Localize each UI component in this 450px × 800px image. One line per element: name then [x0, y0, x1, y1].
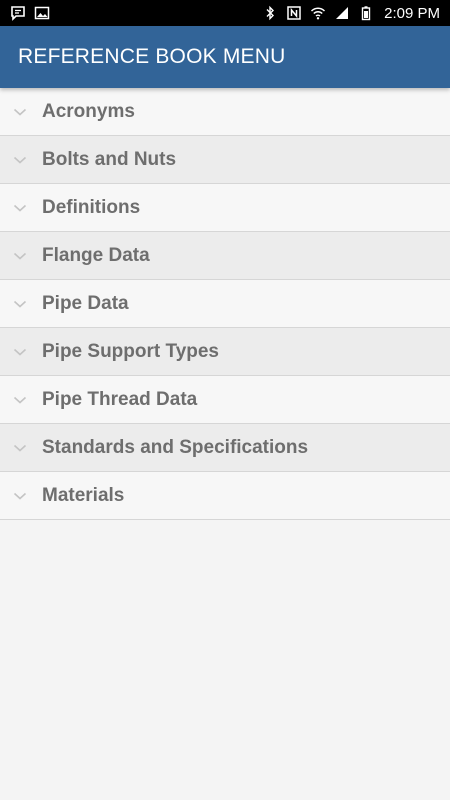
chevron-down-icon [0, 395, 42, 405]
message-icon [10, 5, 26, 21]
menu-item-materials[interactable]: Materials [0, 472, 450, 520]
menu-item-label: Pipe Thread Data [42, 388, 198, 410]
page-title: REFERENCE BOOK MENU [18, 45, 286, 68]
menu-item-label: Pipe Support Types [42, 340, 220, 362]
menu-item-label: Acronyms [42, 100, 135, 122]
menu-item-label: Materials [42, 484, 125, 506]
status-left [10, 5, 50, 21]
app-bar: REFERENCE BOOK MENU [0, 26, 450, 88]
image-icon [34, 5, 50, 21]
chevron-down-icon [0, 251, 42, 261]
wifi-icon [310, 5, 326, 21]
menu-item-label: Pipe Data [42, 292, 129, 314]
chevron-down-icon [0, 107, 42, 117]
menu-item-pipe-data[interactable]: Pipe Data [0, 280, 450, 328]
menu-item-label: Definitions [42, 196, 141, 218]
menu-item-definitions[interactable]: Definitions [0, 184, 450, 232]
status-bar: 2:09 PM [0, 0, 450, 26]
menu-item-standards-and-specifications[interactable]: Standards and Specifications [0, 424, 450, 472]
status-time: 2:09 PM [384, 4, 440, 22]
menu-item-acronyms[interactable]: Acronyms [0, 88, 450, 136]
battery-icon [358, 5, 374, 21]
chevron-down-icon [0, 203, 42, 213]
reference-menu-list: Acronyms Bolts and Nuts Definitions Flan… [0, 88, 450, 520]
menu-item-label: Standards and Specifications [42, 436, 309, 458]
menu-item-pipe-support-types[interactable]: Pipe Support Types [0, 328, 450, 376]
chevron-down-icon [0, 347, 42, 357]
nfc-icon [286, 5, 302, 21]
chevron-down-icon [0, 443, 42, 453]
menu-item-label: Flange Data [42, 244, 150, 266]
chevron-down-icon [0, 491, 42, 501]
menu-item-pipe-thread-data[interactable]: Pipe Thread Data [0, 376, 450, 424]
bluetooth-icon [262, 5, 278, 21]
status-right: 2:09 PM [262, 5, 440, 22]
chevron-down-icon [0, 155, 42, 165]
menu-item-label: Bolts and Nuts [42, 148, 177, 170]
signal-icon [334, 5, 350, 21]
menu-item-flange-data[interactable]: Flange Data [0, 232, 450, 280]
menu-item-bolts-and-nuts[interactable]: Bolts and Nuts [0, 136, 450, 184]
chevron-down-icon [0, 299, 42, 309]
